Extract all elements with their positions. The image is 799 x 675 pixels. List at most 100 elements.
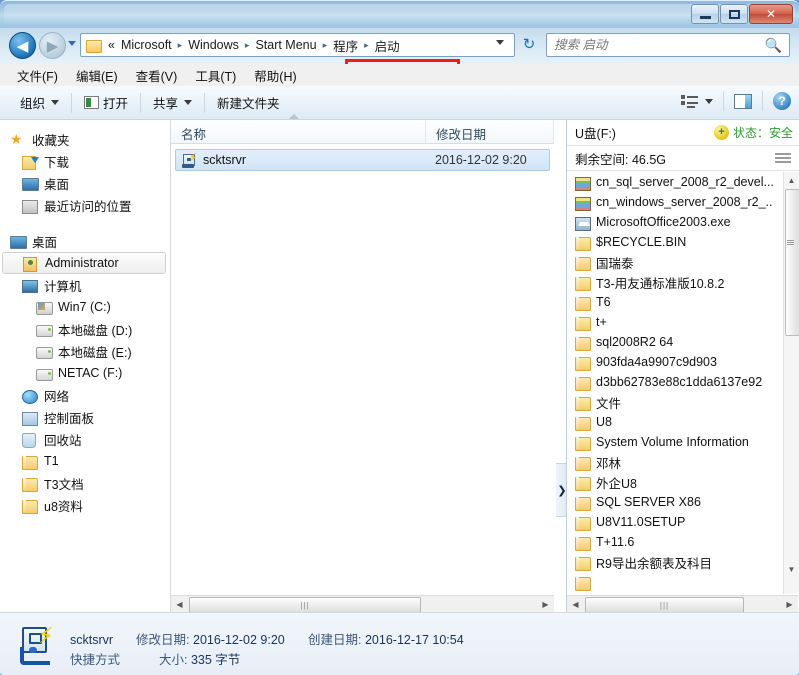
status-type-label: 快捷方式 xyxy=(70,653,121,667)
sidebar-item-label: 最近访问的位置 xyxy=(44,199,132,214)
breadcrumb-item-0[interactable]: « xyxy=(105,36,118,54)
organize-button[interactable]: 组织 xyxy=(12,89,67,116)
scrollbar-thumb[interactable]: ||| xyxy=(189,597,421,613)
folder-icon xyxy=(575,395,592,411)
views-icon[interactable] xyxy=(681,94,699,109)
menu-tools[interactable]: 工具(T) xyxy=(186,64,245,87)
new-folder-button[interactable]: 新建文件夹 xyxy=(209,89,288,116)
column-header-date-label: 修改日期 xyxy=(436,128,487,142)
sidebar-item-label: T3文档 xyxy=(44,477,84,492)
sidebar-item-desktop-fav[interactable]: 桌面 xyxy=(0,172,170,194)
preview-pane-icon[interactable] xyxy=(734,93,752,109)
hamburger-menu-icon[interactable] xyxy=(775,153,791,163)
sidebar-item-control-panel[interactable]: 控制面板 xyxy=(0,406,170,428)
sidebar-item-t1[interactable]: T1 xyxy=(0,450,170,472)
sidebar-item-local-disk-e[interactable]: 本地磁盘 (E:) xyxy=(0,340,170,362)
list-item[interactable]: cn_sql_server_2008_r2_devel... xyxy=(567,172,798,192)
sidebar-item-t3-docs[interactable]: T3文档 xyxy=(0,472,170,494)
address-bar[interactable]: « Microsoft ▸ Windows ▸ Start Menu ▸ 程序 … xyxy=(80,33,515,57)
list-item[interactable]: 903fda4a9907c9d903 xyxy=(567,352,798,372)
folder-icon xyxy=(575,255,592,271)
sidebar-item-recycle-bin[interactable]: 回收站 xyxy=(0,428,170,450)
list-item-partial[interactable] xyxy=(567,572,798,592)
scroll-down-arrow-icon[interactable]: ▼ xyxy=(784,561,799,577)
maximize-button[interactable] xyxy=(720,4,748,24)
sidebar-item-recent-places[interactable]: 最近访问的位置 xyxy=(0,194,170,216)
list-item[interactable]: MicrosoftOffice2003.exe xyxy=(567,212,798,232)
list-item[interactable]: System Volume Information xyxy=(567,432,798,452)
list-item[interactable]: T+11.6 xyxy=(567,532,798,552)
minimize-button[interactable] xyxy=(691,4,719,24)
list-item[interactable]: SQL SERVER X86 xyxy=(567,492,798,512)
sidebar-item-desktop[interactable]: 桌面 xyxy=(0,230,170,252)
views-chevron-down-icon[interactable] xyxy=(705,98,713,104)
sidebar-item-label: 网络 xyxy=(44,389,70,404)
scroll-left-arrow-icon[interactable]: ◀ xyxy=(567,596,584,612)
sidebar-item-administrator[interactable]: Administrator xyxy=(2,252,166,274)
close-button[interactable]: ✕ xyxy=(749,4,793,24)
folder-icon xyxy=(575,295,592,311)
file-list-horizontal-scrollbar[interactable]: ◀ ||| ▶ xyxy=(171,595,554,613)
sidebar-item-netac-f[interactable]: NETAC (F:) xyxy=(0,362,170,384)
sidebar-item-local-disk-d[interactable]: 本地磁盘 (D:) xyxy=(0,318,170,340)
scroll-right-arrow-icon[interactable]: ▶ xyxy=(781,596,798,612)
list-item[interactable]: cn_windows_server_2008_r2_.. xyxy=(567,192,798,212)
scroll-right-arrow-icon[interactable]: ▶ xyxy=(537,596,554,612)
sidebar-item-favorites[interactable]: ★ 收藏夹 xyxy=(0,128,170,150)
list-item[interactable]: 邓林 xyxy=(567,452,798,472)
scroll-left-arrow-icon[interactable]: ◀ xyxy=(171,596,188,612)
status-size-label: 大小: xyxy=(158,653,188,667)
share-button[interactable]: 共享 xyxy=(145,89,200,116)
sidebar-item-win7-c[interactable]: Win7 (C:) xyxy=(0,296,170,318)
search-box[interactable]: 🔍 xyxy=(546,33,790,57)
folder-icon xyxy=(575,455,592,471)
list-item[interactable]: d3bb62783e88c1dda6137e92 xyxy=(567,372,798,392)
usb-drive-horizontal-scrollbar[interactable]: ◀ ||| ▶ xyxy=(567,595,798,613)
forward-button[interactable]: ▶ xyxy=(39,32,66,59)
title-bar[interactable]: ✕ xyxy=(0,0,799,28)
list-item[interactable]: t+ xyxy=(567,312,798,332)
open-button[interactable]: 打开 xyxy=(76,89,136,116)
list-item[interactable]: U8V11.0SETUP xyxy=(567,512,798,532)
breadcrumb-item-5[interactable]: 启动 xyxy=(372,34,403,57)
sidebar-item-label: 计算机 xyxy=(44,279,82,294)
sidebar-item-label: 桌面 xyxy=(44,177,70,192)
title-bar-glass xyxy=(4,4,795,26)
breadcrumb-item-4[interactable]: 程序 xyxy=(330,34,361,57)
refresh-button[interactable]: ↻ xyxy=(518,35,540,55)
menu-file[interactable]: 文件(F) xyxy=(8,64,67,87)
list-item[interactable]: T3-用友通标准版10.8.2 xyxy=(567,272,798,292)
list-item[interactable]: U8 xyxy=(567,412,798,432)
back-button[interactable]: ◀ xyxy=(9,32,36,59)
organize-label: 组织 xyxy=(20,97,46,111)
list-item[interactable]: T6 xyxy=(567,292,798,312)
list-item[interactable]: 国瑞泰 xyxy=(567,252,798,272)
list-item[interactable]: sql2008R2 64 xyxy=(567,332,798,352)
sidebar-item-downloads[interactable]: 下载 xyxy=(0,150,170,172)
column-header-name[interactable]: 名称 xyxy=(171,114,426,144)
list-item[interactable]: 文件 xyxy=(567,392,798,412)
list-item-label: 903fda4a9907c9d903 xyxy=(596,355,717,369)
menu-edit[interactable]: 编辑(E) xyxy=(67,64,127,87)
table-row[interactable]: ⚡ scktsrvr 2016-12-02 9:20 xyxy=(175,149,550,171)
list-item[interactable]: R9导出余额表及科目 xyxy=(567,552,798,572)
help-icon[interactable]: ? xyxy=(773,92,791,110)
scrollbar-thumb[interactable] xyxy=(785,189,799,336)
breadcrumb-item-3[interactable]: Start Menu xyxy=(252,36,319,54)
address-dropdown-icon[interactable] xyxy=(496,40,504,45)
breadcrumb-item-1[interactable]: Microsoft xyxy=(118,36,175,54)
history-dropdown-icon[interactable] xyxy=(68,41,76,46)
usb-drive-vertical-scrollbar[interactable]: ▲ ▼ xyxy=(783,172,799,594)
sidebar-item-computer[interactable]: 计算机 xyxy=(0,274,170,296)
sidebar-item-u8-docs[interactable]: u8资料 xyxy=(0,494,170,516)
list-item[interactable]: 外企U8 xyxy=(567,472,798,492)
list-item[interactable]: $RECYCLE.BIN xyxy=(567,232,798,252)
column-header-date[interactable]: 修改日期 xyxy=(426,120,554,144)
breadcrumb-item-2[interactable]: Windows xyxy=(185,36,242,54)
scrollbar-thumb[interactable]: ||| xyxy=(585,597,744,613)
scroll-up-arrow-icon[interactable]: ▲ xyxy=(784,172,799,188)
menu-view[interactable]: 查看(V) xyxy=(127,64,187,87)
menu-help[interactable]: 帮助(H) xyxy=(245,64,305,87)
sidebar-item-network[interactable]: 网络 xyxy=(0,384,170,406)
search-input[interactable] xyxy=(547,37,765,53)
